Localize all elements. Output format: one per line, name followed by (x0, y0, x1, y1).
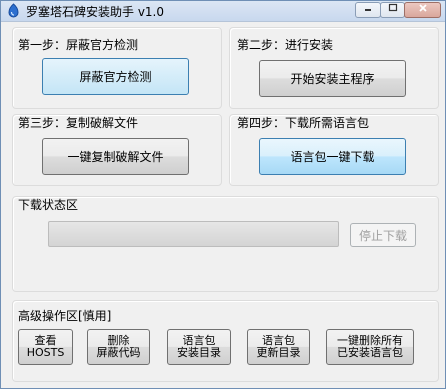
window-title: 罗塞塔石碑安装助手 v1.0 (26, 5, 165, 19)
delete-all-language-packs-button[interactable]: 一键删除所有 已安装语言包 (326, 329, 414, 365)
install-dir-line2: 安装目录 (177, 346, 221, 359)
download-language-pack-button[interactable]: 语言包一键下载 (259, 138, 406, 175)
app-icon (8, 3, 19, 18)
copy-crack-button[interactable]: 一键复制破解文件 (42, 138, 189, 175)
client-area: 第一步：屏蔽官方检测 屏蔽官方检测 第二步：进行安装 开始安装主程序 第三步：复… (4, 22, 442, 386)
step3-label: 第三步：复制破解文件 (18, 116, 139, 130)
maximize-button[interactable] (380, 2, 405, 18)
advanced-label: 高级操作区[慎用] (18, 309, 112, 323)
start-install-button[interactable]: 开始安装主程序 (259, 60, 406, 97)
app-window: 罗塞塔石碑安装助手 v1.0 第一步：屏蔽官方检测 屏蔽官方检测 第二步：进行安… (0, 0, 446, 389)
close-button[interactable] (404, 2, 441, 18)
close-icon (418, 4, 427, 12)
update-dir-line2: 更新目录 (256, 346, 301, 359)
minimize-icon (365, 9, 371, 11)
step4-label: 第四步：下载所需语言包 (237, 116, 370, 130)
view-hosts-button[interactable]: 查看 HOSTS (18, 329, 73, 365)
download-status-label: 下载状态区 (18, 198, 79, 212)
title-bar[interactable]: 罗塞塔石碑安装助手 v1.0 (1, 1, 445, 22)
stop-download-button[interactable]: 停止下载 (350, 223, 416, 247)
download-progress-bar (48, 221, 339, 247)
delete-block-code-button[interactable]: 删除 屏蔽代码 (87, 329, 150, 365)
delete-all-line2: 已安装语言包 (337, 346, 403, 359)
delete-block-code-line2: 屏蔽代码 (96, 346, 141, 359)
minimize-button[interactable] (355, 2, 381, 18)
maximize-icon (388, 3, 397, 12)
language-pack-install-dir-button[interactable]: 语言包 安装目录 (167, 329, 231, 365)
view-hosts-line2: HOSTS (26, 346, 65, 359)
block-detection-button[interactable]: 屏蔽官方检测 (42, 58, 189, 95)
language-pack-update-dir-button[interactable]: 语言包 更新目录 (247, 329, 310, 365)
step2-label: 第二步：进行安装 (237, 38, 334, 52)
step1-label: 第一步：屏蔽官方检测 (18, 38, 139, 52)
